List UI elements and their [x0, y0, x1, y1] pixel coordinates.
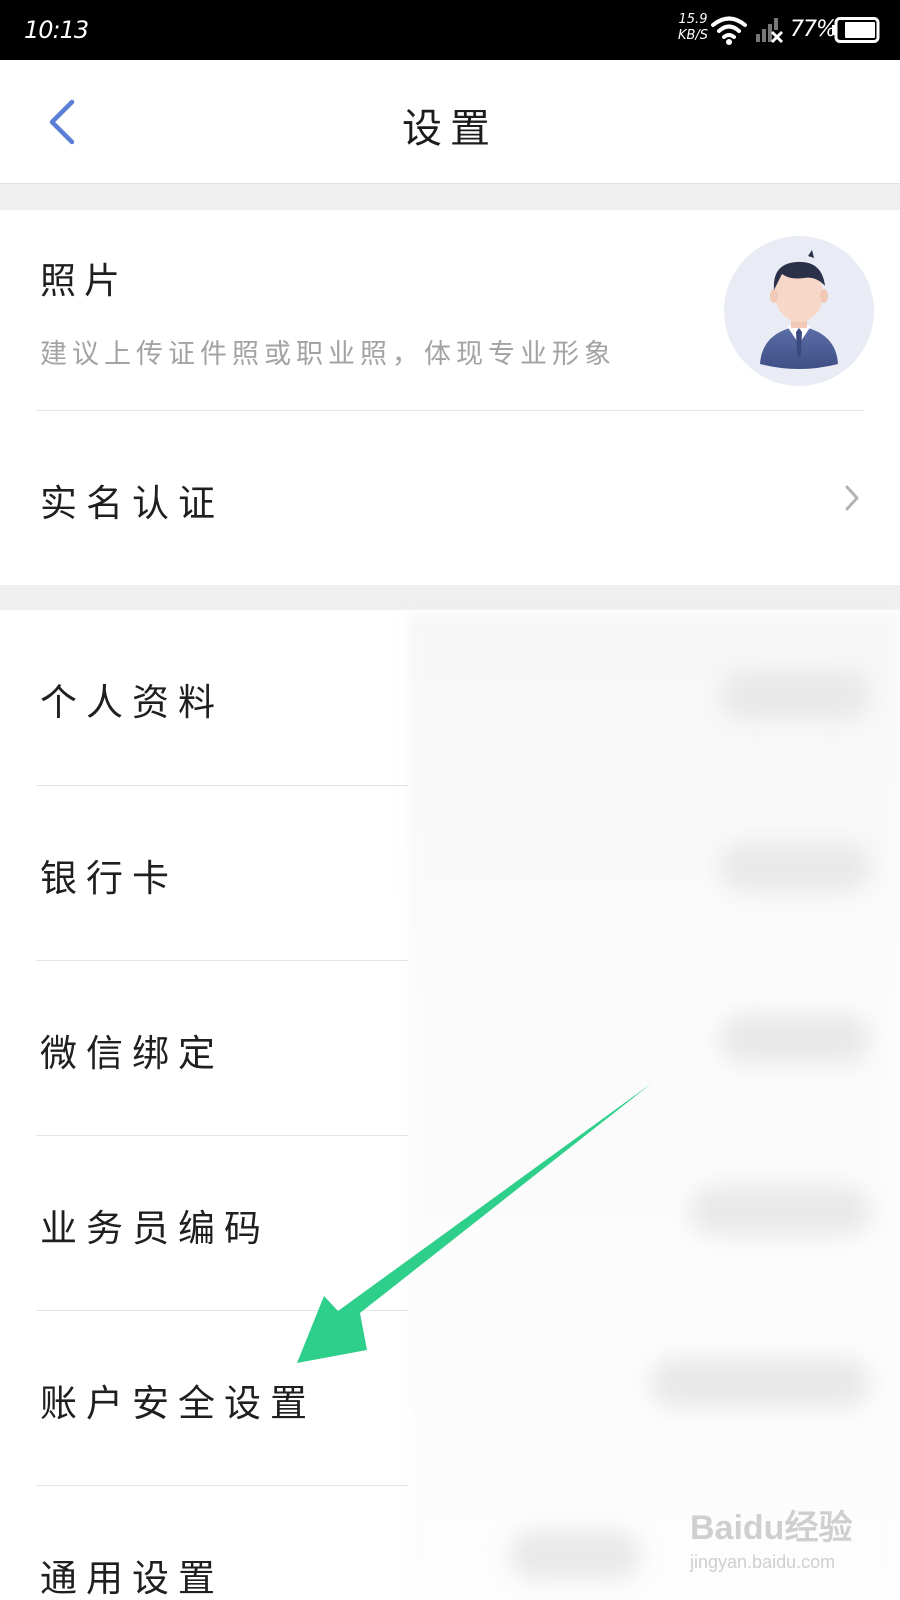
- chevron-right-icon: [845, 485, 859, 511]
- network-speed-value: 15.9: [678, 12, 708, 27]
- signal-no-service-icon: [756, 18, 784, 44]
- menu-item-general-settings[interactable]: 通用设置: [0, 1486, 408, 1600]
- battery-percentage: 77%: [790, 17, 837, 42]
- blurred-value: [690, 1186, 870, 1236]
- profile-section: 照片 建议上传证件照或职业照，体现专业形象 实名认证: [0, 210, 900, 585]
- menu-item-wechat-binding[interactable]: 微信绑定: [0, 961, 408, 1135]
- menu-item-account-security[interactable]: 账户安全设置: [0, 1311, 408, 1485]
- battery-icon: [832, 17, 880, 43]
- blurred-value: [720, 670, 870, 720]
- blurred-values-panel: [408, 614, 900, 1600]
- real-name-verification-row[interactable]: 实名认证: [0, 411, 900, 585]
- menu-item-label: 银行卡: [40, 857, 178, 900]
- section-gap: [0, 585, 900, 610]
- network-speed-unit: KB/S: [677, 28, 709, 43]
- watermark-url: jingyan.baidu.com: [690, 1552, 836, 1572]
- blurred-value: [720, 842, 870, 892]
- real-name-verification-label: 实名认证: [40, 482, 224, 525]
- blurred-value: [650, 1358, 870, 1408]
- photo-hint: 建议上传证件照或职业照，体现专业形象: [40, 339, 616, 370]
- default-avatar-icon: [760, 250, 838, 369]
- photo-row[interactable]: 照片 建议上传证件照或职业照，体现专业形象: [0, 210, 900, 410]
- menu-item-label: 微信绑定: [40, 1032, 224, 1075]
- status-bar: 10:13 15.9 KB/S 77%: [0, 0, 900, 60]
- blurred-value: [720, 1014, 870, 1064]
- photo-label: 照片: [40, 261, 129, 302]
- blurred-value: [510, 1530, 640, 1580]
- settings-menu: 个人资料 银行卡 微信绑定 业务员编码 账户安全设置 通用设置: [0, 610, 900, 1600]
- menu-item-label: 账户安全设置: [40, 1382, 316, 1425]
- status-time: 10:13: [24, 16, 89, 44]
- menu-item-label: 通用设置: [40, 1557, 224, 1600]
- header-bar: 设置: [0, 60, 900, 184]
- menu-item-agent-code[interactable]: 业务员编码: [0, 1136, 408, 1310]
- menu-item-personal-info[interactable]: 个人资料: [0, 610, 408, 784]
- watermark: Baidu经验 jingyan.baidu.com: [690, 1500, 880, 1590]
- watermark-logo: Baidu经验: [690, 1509, 853, 1547]
- page-title: 设置: [402, 106, 498, 152]
- section-gap: [0, 184, 900, 210]
- menu-item-label: 个人资料: [40, 681, 224, 724]
- menu-item-bank-card[interactable]: 银行卡: [0, 786, 408, 960]
- avatar[interactable]: [724, 236, 874, 386]
- wifi-icon: [711, 16, 747, 45]
- menu-item-label: 业务员编码: [40, 1207, 270, 1250]
- network-speed: 15.9 KB/S: [676, 12, 710, 44]
